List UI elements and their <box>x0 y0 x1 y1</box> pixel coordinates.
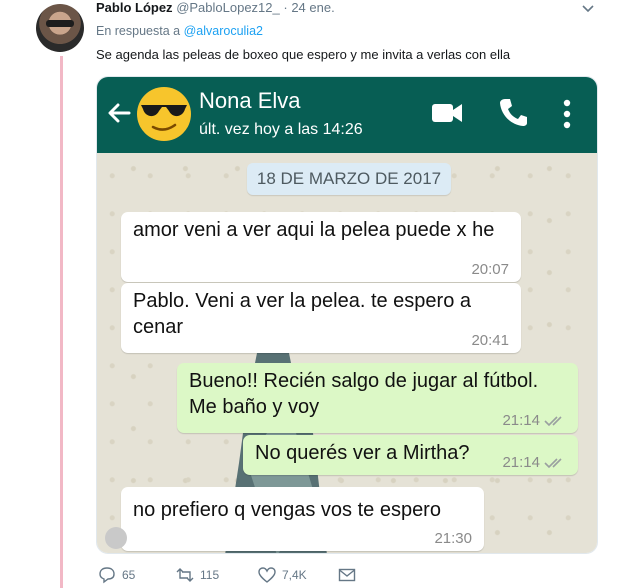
message-time: 21:14 <box>502 454 540 471</box>
double-check-icon <box>544 416 562 427</box>
retweet-icon <box>176 568 194 582</box>
tweet-media[interactable]: Nona Elva últ. vez hoy a las 14:26 18 DE… <box>96 76 598 554</box>
author-name[interactable]: Pablo López <box>96 0 173 15</box>
message-meta: 21:14 <box>502 412 566 430</box>
author-handle[interactable]: @PabloLopez12_ <box>176 0 280 15</box>
reply-prefix: En respuesta a <box>96 24 181 38</box>
message-time: 21:14 <box>502 412 540 429</box>
date-chip: 18 DE MARZO DE 2017 <box>247 163 451 195</box>
chat-body: 18 DE MARZO DE 2017 amor veni a ver aqui… <box>97 153 597 553</box>
message-bubble-incoming: amor veni a ver aqui la pelea puede x he… <box>121 212 521 282</box>
double-check-icon <box>544 458 562 469</box>
message-text: no prefiero q vengas vos te espero <box>133 499 441 521</box>
reply-mention-link[interactable]: @alvaroculia2 <box>184 24 263 38</box>
dm-action[interactable] <box>338 566 356 584</box>
last-seen-status: últ. vez hoy a las 14:26 <box>199 121 363 138</box>
message-meta: 21:14 <box>502 454 566 472</box>
retweet-action[interactable]: 115 <box>176 566 219 584</box>
phone-icon <box>500 99 527 126</box>
tweet-header: Pablo López @PabloLopez12_ · 24 ene. <box>96 0 335 15</box>
reply-action[interactable]: 65 <box>98 566 135 584</box>
message-bubble-incoming: no prefiero q vengas vos te espero 21:30 <box>121 487 484 551</box>
back-arrow-icon <box>108 103 131 123</box>
tweet-text: Se agenda las peleas de boxeo que espero… <box>96 47 511 62</box>
like-icon <box>258 567 276 583</box>
caret-down-icon[interactable] <box>580 2 596 16</box>
reply-context: En respuesta a @alvaroculia2 <box>96 24 263 38</box>
thread-line <box>60 56 63 588</box>
message-bubble-incoming: Pablo. Veni a ver la pelea. te espero a … <box>121 283 521 353</box>
message-time: 21:30 <box>434 530 472 547</box>
message-text: amor veni a ver aqui la pelea puede x he <box>133 219 495 241</box>
more-vert-icon <box>563 99 571 129</box>
reply-count: 65 <box>122 568 136 582</box>
sunglasses-emoji-icon <box>137 87 191 141</box>
dm-icon <box>338 568 356 582</box>
video-call-icon <box>432 104 462 122</box>
reply-icon <box>99 567 115 584</box>
message-bubble-outgoing: Bueno!! Recién salgo de jugar al fútbol.… <box>177 363 578 433</box>
like-count: 7,4K <box>282 568 307 582</box>
whatsapp-header: Nona Elva últ. vez hoy a las 14:26 <box>97 77 597 153</box>
message-time: 20:41 <box>471 332 509 349</box>
message-time: 20:07 <box>471 261 509 278</box>
retweet-count: 115 <box>200 568 220 582</box>
like-action[interactable]: 7,4K <box>258 566 307 584</box>
contact-name: Nona Elva <box>199 88 301 113</box>
emoji-icon <box>105 527 127 549</box>
message-bubble-outgoing: No querés ver a Mirtha? 21:14 <box>243 435 578 475</box>
message-text: Pablo. Veni a ver la pelea. te espero a … <box>133 290 472 338</box>
avatar[interactable] <box>36 4 84 52</box>
tweet-time[interactable]: · 24 ene. <box>283 0 334 15</box>
